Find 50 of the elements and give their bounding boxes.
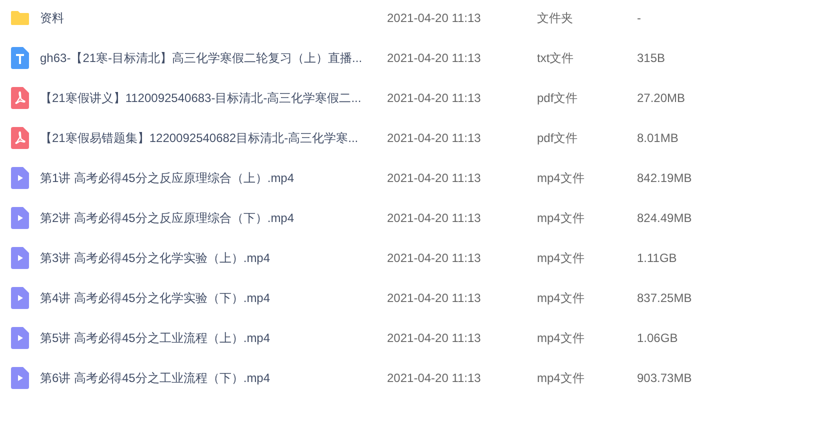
modified-date: 2021-04-20 11:13 xyxy=(387,92,482,104)
video-file-icon xyxy=(11,327,29,349)
modified-date: 2021-04-20 11:13 xyxy=(387,212,482,224)
modified-date: 2021-04-20 11:13 xyxy=(387,292,482,304)
file-name[interactable]: 【21寒假讲义】1120092540683-目标清北-高三化学寒假二... xyxy=(40,92,387,104)
file-name[interactable]: 第2讲 高考必得45分之反应原理综合（下）.mp4 xyxy=(40,212,387,224)
file-size: 8.01MB xyxy=(637,132,678,144)
file-name[interactable]: 第4讲 高考必得45分之化学实验（下）.mp4 xyxy=(40,292,387,304)
modified-date: 2021-04-20 11:13 xyxy=(387,52,482,64)
modified-date: 2021-04-20 11:13 xyxy=(387,372,482,384)
file-type: pdf文件 xyxy=(537,132,579,144)
file-size: 27.20MB xyxy=(637,92,686,104)
file-name[interactable]: 资料 xyxy=(40,12,387,24)
file-type: mp4文件 xyxy=(537,252,586,264)
file-size: - xyxy=(637,12,641,24)
video-file-icon xyxy=(11,207,29,229)
modified-date: 2021-04-20 11:13 xyxy=(387,252,482,264)
file-type: mp4文件 xyxy=(537,332,586,344)
file-name[interactable]: 第1讲 高考必得45分之反应原理综合（上）.mp4 xyxy=(40,172,387,184)
file-type: mp4文件 xyxy=(537,212,586,224)
text-file-icon xyxy=(11,47,29,69)
modified-date: 2021-04-20 11:13 xyxy=(387,132,482,144)
file-size: 842.19MB xyxy=(637,172,692,184)
pdf-file-icon xyxy=(11,87,29,109)
video-file-icon xyxy=(11,287,29,309)
file-size: 837.25MB xyxy=(637,292,692,304)
pdf-file-icon xyxy=(11,127,29,149)
file-name[interactable]: 第5讲 高考必得45分之工业流程（上）.mp4 xyxy=(40,332,387,344)
file-type: pdf文件 xyxy=(537,92,579,104)
file-type: mp4文件 xyxy=(537,172,586,184)
file-type: mp4文件 xyxy=(537,372,586,384)
file-size: 824.49MB xyxy=(637,212,692,224)
file-size: 1.11GB xyxy=(637,252,677,264)
file-name[interactable]: 【21寒假易错题集】1220092540682目标清北-高三化学寒... xyxy=(40,132,387,144)
video-file-icon xyxy=(11,367,29,389)
modified-date: 2021-04-20 11:13 xyxy=(387,12,482,24)
folder-icon xyxy=(10,10,30,26)
modified-date: 2021-04-20 11:13 xyxy=(387,332,482,344)
file-type: mp4文件 xyxy=(537,292,586,304)
file-name[interactable]: gh63-【21寒-目标清北】高三化学寒假二轮复习（上）直播... xyxy=(40,52,387,64)
file-name[interactable]: 第3讲 高考必得45分之化学实验（上）.mp4 xyxy=(40,252,387,264)
video-file-icon xyxy=(11,247,29,269)
video-file-icon xyxy=(11,167,29,189)
modified-date: 2021-04-20 11:13 xyxy=(387,172,482,184)
file-size: 903.73MB xyxy=(637,372,692,384)
file-size: 315B xyxy=(637,52,666,64)
file-type: txt文件 xyxy=(537,52,575,64)
file-name[interactable]: 第6讲 高考必得45分之工业流程（下）.mp4 xyxy=(40,372,387,384)
file-type: 文件夹 xyxy=(537,12,574,24)
file-size: 1.06GB xyxy=(637,332,678,344)
